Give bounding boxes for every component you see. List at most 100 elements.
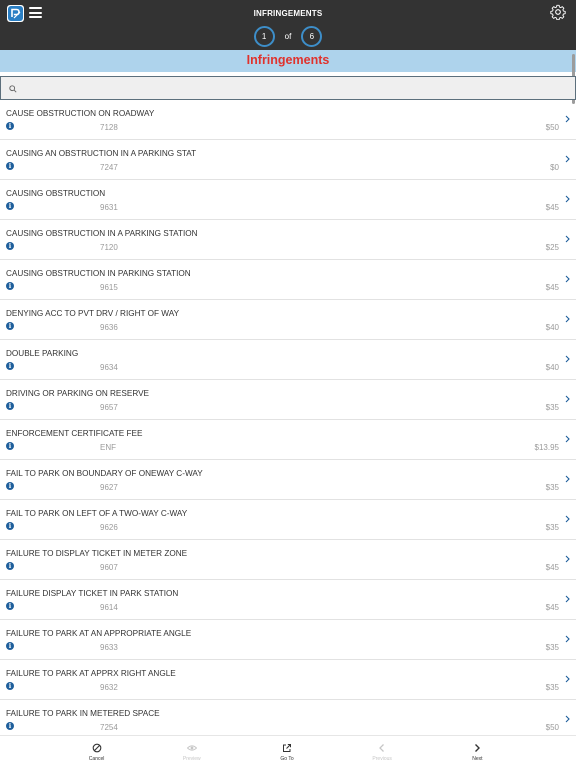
item-title: DENYING ACC TO PVT DRV / RIGHT OF WAY: [6, 309, 180, 318]
item-title: CAUSING AN OBSTRUCTION IN A PARKING STAT: [6, 149, 197, 158]
chevron-right-icon: [565, 315, 570, 323]
list-item[interactable]: FAIL TO PARK ON LEFT OF A TWO-WAY C-WAY i…: [0, 500, 576, 540]
info-icon[interactable]: i: [6, 602, 14, 610]
info-icon[interactable]: i: [6, 522, 14, 530]
list-item[interactable]: FAILURE TO DISPLAY TICKET IN METER ZONE i…: [0, 540, 576, 580]
item-amount: $35: [545, 683, 559, 692]
item-code: 9636: [100, 323, 118, 332]
item-code: 7120: [100, 243, 118, 252]
preview-button[interactable]: Preview: [144, 736, 239, 768]
list-item[interactable]: FAILURE DISPLAY TICKET IN PARK STATION i 9…: [0, 580, 576, 620]
list-item[interactable]: DRIVING OR PARKING ON RESERVE i 9657 $35: [0, 380, 576, 420]
section-header: Infringements: [0, 50, 576, 72]
item-code: 9626: [100, 523, 118, 532]
item-title: DOUBLE PARKING: [6, 349, 79, 358]
list-item[interactable]: DOUBLE PARKING i 9634 $40: [0, 340, 576, 380]
previous-button[interactable]: Previous: [335, 736, 430, 768]
item-title: FAILURE TO PARK AT AN APPROPRIATE ANGLE: [6, 629, 192, 638]
chevron-right-icon: [565, 355, 570, 363]
item-amount: $40: [545, 363, 559, 372]
item-code: 9634: [100, 363, 118, 372]
item-code: 9632: [100, 683, 118, 692]
info-icon[interactable]: i: [6, 682, 14, 690]
info-icon[interactable]: i: [6, 402, 14, 410]
go-to-icon: [282, 744, 291, 752]
item-amount: $45: [545, 203, 559, 212]
item-code: 9615: [100, 283, 118, 292]
item-title: FAILURE TO PARK AT APPRX RIGHT ANGLE: [6, 669, 176, 678]
item-code: 9607: [100, 563, 118, 572]
item-title: CAUSE OBSTRUCTION ON ROADWAY: [6, 109, 155, 118]
chevron-right-icon: [565, 515, 570, 523]
next-button[interactable]: Next: [430, 736, 525, 768]
search-input[interactable]: [0, 76, 576, 100]
item-title: ENFORCEMENT CERTIFICATE FEE: [6, 429, 143, 438]
item-amount: $40: [545, 323, 559, 332]
next-icon: [475, 744, 481, 752]
settings-icon[interactable]: [550, 4, 566, 20]
item-code: 9614: [100, 603, 118, 612]
info-icon[interactable]: i: [6, 282, 14, 290]
chevron-right-icon: [565, 395, 570, 403]
item-title: CAUSING OBSTRUCTION IN PARKING STATION: [6, 269, 191, 278]
pager-current[interactable]: 1: [253, 26, 275, 47]
info-icon[interactable]: i: [6, 642, 14, 650]
item-code: 9627: [100, 483, 118, 492]
item-code: 7247: [100, 163, 118, 172]
chevron-right-icon: [565, 275, 570, 283]
item-code: ENF: [100, 443, 116, 452]
info-icon[interactable]: i: [6, 362, 14, 370]
list-item[interactable]: FAIL TO PARK ON BOUNDARY OF ONEWAY C-WAY…: [0, 460, 576, 500]
next-label: Next: [472, 756, 483, 762]
info-icon[interactable]: i: [6, 242, 14, 250]
chevron-right-icon: [565, 555, 570, 563]
item-title: FAILURE DISPLAY TICKET IN PARK STATION: [6, 589, 179, 598]
bottom-toolbar: Cancel Preview Go To Previous Next: [0, 735, 576, 768]
item-title: FAILURE TO PARK IN METERED SPACE: [6, 709, 160, 718]
item-code: 7128: [100, 123, 118, 132]
chevron-right-icon: [565, 595, 570, 603]
info-icon[interactable]: i: [6, 322, 14, 330]
list-item[interactable]: DENYING ACC TO PVT DRV / RIGHT OF WAY i 96…: [0, 300, 576, 340]
item-amount: $35: [545, 643, 559, 652]
list-item[interactable]: FAILURE TO PARK AT APPRX RIGHT ANGLE i 963…: [0, 660, 576, 700]
top-bar: INFRINGEMENTS 1 of 6: [0, 0, 576, 50]
info-icon[interactable]: i: [6, 442, 14, 450]
list-item[interactable]: CAUSING OBSTRUCTION IN PARKING STATION i 9…: [0, 260, 576, 300]
pager-total[interactable]: 6: [301, 26, 323, 47]
previous-icon: [379, 744, 385, 752]
cancel-icon: [92, 743, 101, 753]
section-title: Infringements: [246, 53, 330, 67]
infringement-list: CAUSE OBSTRUCTION ON ROADWAY i 7128 $50 CAUS…: [0, 100, 576, 735]
info-icon[interactable]: i: [6, 722, 14, 730]
item-code: 7254: [100, 723, 118, 732]
item-title: FAILURE TO DISPLAY TICKET IN METER ZONE: [6, 549, 188, 558]
list-item[interactable]: CAUSING OBSTRUCTION IN A PARKING STATION…: [0, 220, 576, 260]
pager: 1 of 6: [0, 26, 576, 47]
page-title: INFRINGEMENTS: [253, 9, 323, 18]
list-item[interactable]: FAILURE TO PARK AT AN APPROPRIATE ANGLE i…: [0, 620, 576, 660]
cancel-label: Cancel: [88, 756, 105, 762]
list-item[interactable]: CAUSING OBSTRUCTION i 9631 $45: [0, 180, 576, 220]
info-icon[interactable]: i: [6, 202, 14, 210]
list-item[interactable]: ENFORCEMENT CERTIFICATE FEE i ENF $13.95: [0, 420, 576, 460]
item-amount: $35: [545, 523, 559, 532]
list-item[interactable]: CAUSE OBSTRUCTION ON ROADWAY i 7128 $50: [0, 100, 576, 140]
cancel-button[interactable]: Cancel: [49, 736, 144, 768]
info-icon[interactable]: i: [6, 482, 14, 490]
item-title: FAIL TO PARK ON BOUNDARY OF ONEWAY C-WAY: [6, 469, 203, 478]
chevron-right-icon: [565, 235, 570, 243]
chevron-right-icon: [565, 435, 570, 443]
item-amount: $45: [545, 603, 559, 612]
info-icon[interactable]: i: [6, 562, 14, 570]
info-icon[interactable]: i: [6, 162, 14, 170]
item-amount: $35: [545, 403, 559, 412]
item-title: CAUSING OBSTRUCTION IN A PARKING STATION: [6, 229, 198, 238]
go-to-button[interactable]: Go To: [239, 736, 334, 768]
item-code: 9633: [100, 643, 118, 652]
list-item[interactable]: CAUSING AN OBSTRUCTION IN A PARKING STAT…: [0, 140, 576, 180]
item-code: 9657: [100, 403, 118, 412]
info-icon[interactable]: i: [6, 122, 14, 130]
list-item[interactable]: FAILURE TO PARK IN METERED SPACE i 7254 $50: [0, 700, 576, 735]
eye-icon: [186, 745, 197, 751]
